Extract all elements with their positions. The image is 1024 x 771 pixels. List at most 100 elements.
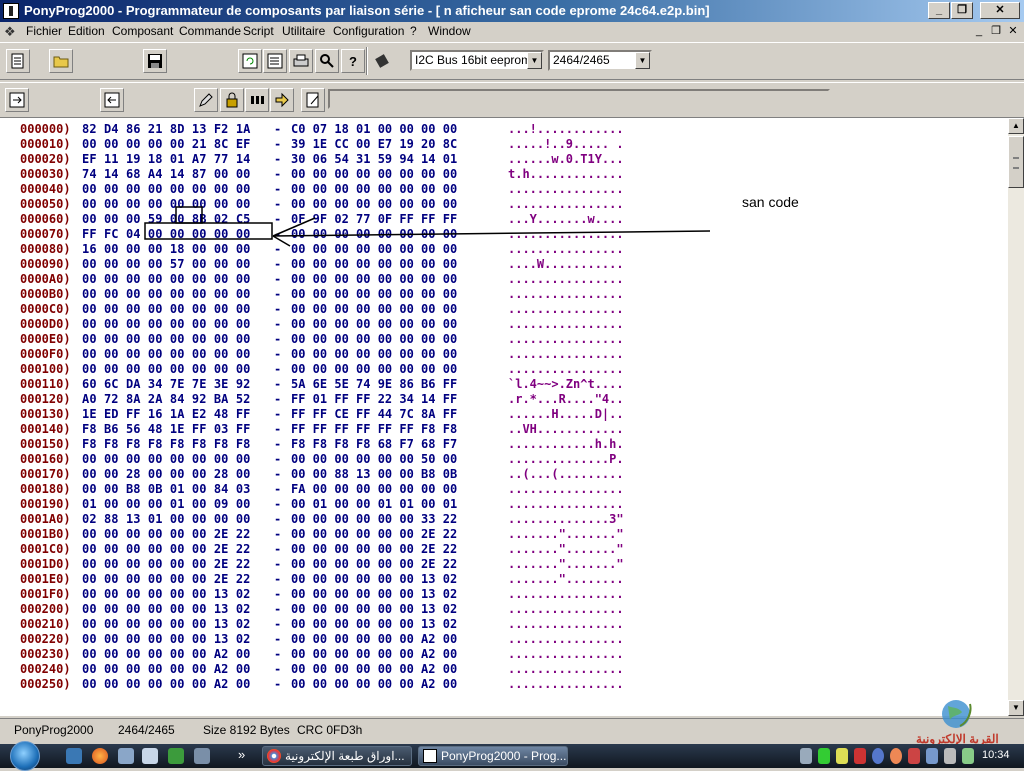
explorer-icon[interactable] bbox=[142, 748, 158, 764]
hex-row-address[interactable]: 000090) bbox=[20, 257, 71, 271]
hex-row-ascii[interactable]: ......."......." bbox=[508, 542, 624, 556]
hex-row-address[interactable]: 0001F0) bbox=[20, 587, 71, 601]
scroll-thumb[interactable] bbox=[1008, 136, 1024, 188]
hex-row-address[interactable]: 0001E0) bbox=[20, 572, 71, 586]
menu-commande[interactable]: Commande bbox=[179, 24, 241, 38]
tray-icon-3[interactable] bbox=[836, 748, 848, 764]
hex-row-bytes-low[interactable]: 00 00 28 00 00 00 28 00 bbox=[82, 467, 250, 481]
firefox-icon[interactable] bbox=[92, 748, 108, 764]
hex-row-address[interactable]: 0001B0) bbox=[20, 527, 71, 541]
hex-row-address[interactable]: 000190) bbox=[20, 497, 71, 511]
hex-row-bytes-high[interactable]: 00 00 00 00 00 00 2E 22 bbox=[291, 557, 457, 571]
hex-row-bytes-high[interactable]: F8 F8 F8 F8 68 F7 68 F7 bbox=[291, 437, 457, 451]
settings-icon[interactable] bbox=[194, 748, 210, 764]
hex-row-bytes-low[interactable]: 00 00 00 00 00 00 00 00 bbox=[82, 452, 250, 466]
tray-icon-4[interactable] bbox=[854, 748, 866, 764]
hex-row-ascii[interactable]: ................ bbox=[508, 272, 624, 286]
hex-row-ascii[interactable]: ................ bbox=[508, 347, 624, 361]
hex-row-bytes-high[interactable]: 00 00 00 00 00 00 00 00 bbox=[291, 332, 457, 346]
hex-row-address[interactable]: 0001A0) bbox=[20, 512, 71, 526]
chevron-down-icon[interactable]: ▼ bbox=[635, 52, 650, 69]
hex-row-bytes-low[interactable]: A0 72 8A 2A 84 92 BA 52 bbox=[82, 392, 250, 406]
edit-button[interactable] bbox=[194, 88, 218, 112]
hex-row-address[interactable]: 000230) bbox=[20, 647, 71, 661]
taskbar-ponyprog-window[interactable]: PonyProg2000 - Prog... bbox=[418, 746, 568, 766]
hex-row-bytes-high[interactable]: 00 00 00 00 00 00 00 00 bbox=[291, 302, 457, 316]
hex-row-address[interactable]: 000250) bbox=[20, 677, 71, 691]
hex-row-bytes-high[interactable]: FA 00 00 00 00 00 00 00 bbox=[291, 482, 457, 496]
hex-row-bytes-low[interactable]: 00 00 00 00 00 00 A2 00 bbox=[82, 647, 250, 661]
hex-row-bytes-high[interactable]: 00 00 00 00 00 00 00 00 bbox=[291, 347, 457, 361]
hex-row-address[interactable]: 0000A0) bbox=[20, 272, 71, 286]
hex-row-bytes-high[interactable]: 00 00 00 00 00 00 00 00 bbox=[291, 362, 457, 376]
hex-row-ascii[interactable]: ................ bbox=[508, 602, 624, 616]
hex-row-bytes-high[interactable]: 00 00 00 00 00 00 00 00 bbox=[291, 317, 457, 331]
hex-row-ascii[interactable]: ......."........ bbox=[508, 572, 624, 586]
hex-row-address[interactable]: 000110) bbox=[20, 377, 71, 391]
menu-fichier[interactable]: Fichier bbox=[26, 24, 62, 38]
write-all-button[interactable] bbox=[100, 88, 124, 112]
hex-row-bytes-low[interactable]: 00 00 00 00 00 00 A2 00 bbox=[82, 677, 250, 691]
hex-row-bytes-high[interactable]: 00 00 00 00 00 00 2E 22 bbox=[291, 527, 457, 541]
open-folder-button[interactable] bbox=[49, 49, 73, 73]
hex-row-bytes-high[interactable]: 00 01 00 00 01 01 00 01 bbox=[291, 497, 457, 511]
scroll-up-button[interactable]: ▲ bbox=[1008, 118, 1024, 134]
tray-icon-7[interactable] bbox=[908, 748, 920, 764]
hex-row-bytes-high[interactable]: FF 01 FF FF 22 34 14 FF bbox=[291, 392, 457, 406]
hex-row-ascii[interactable]: ............h.h. bbox=[508, 437, 624, 451]
hex-row-bytes-low[interactable]: 01 00 00 00 01 00 09 00 bbox=[82, 497, 250, 511]
hex-row-ascii[interactable]: ................ bbox=[508, 497, 624, 511]
grid-button[interactable] bbox=[245, 88, 269, 112]
menu-utilitaire[interactable]: Utilitaire bbox=[282, 24, 325, 38]
hex-row-ascii[interactable]: ................ bbox=[508, 647, 624, 661]
minimize-button[interactable]: _ bbox=[928, 2, 950, 19]
hex-row-address[interactable]: 000170) bbox=[20, 467, 71, 481]
hex-row-bytes-high[interactable]: 00 00 00 00 00 00 13 02 bbox=[291, 572, 457, 586]
hex-row-address[interactable]: 000200) bbox=[20, 602, 71, 616]
hex-row-bytes-high[interactable]: 5A 6E 5E 74 9E 86 B6 FF bbox=[291, 377, 457, 391]
print-button[interactable] bbox=[289, 49, 313, 73]
hex-row-address[interactable]: 000130) bbox=[20, 407, 71, 421]
hex-row-ascii[interactable]: ......."......." bbox=[508, 527, 624, 541]
read-button[interactable] bbox=[5, 88, 29, 112]
hex-row-bytes-high[interactable]: 00 00 00 00 00 00 00 00 bbox=[291, 257, 457, 271]
hex-row-bytes-low[interactable]: 00 00 00 00 00 00 00 00 bbox=[82, 272, 250, 286]
hex-row-bytes-low[interactable]: 00 00 00 00 00 00 2E 22 bbox=[82, 527, 250, 541]
hex-row-bytes-low[interactable]: 02 88 13 01 00 00 00 00 bbox=[82, 512, 250, 526]
hex-row-ascii[interactable]: ..(...(......... bbox=[508, 467, 624, 481]
hex-row-bytes-high[interactable]: FF FF CE FF 44 7C 8A FF bbox=[291, 407, 457, 421]
hex-row-ascii[interactable]: ..VH............ bbox=[508, 422, 624, 436]
hex-row-bytes-low[interactable]: 00 00 00 00 00 00 2E 22 bbox=[82, 557, 250, 571]
hex-row-bytes-low[interactable]: 00 00 00 00 00 00 A2 00 bbox=[82, 662, 250, 676]
hex-row-bytes-high[interactable]: FF FF FF FF FF FF F8 F8 bbox=[291, 422, 457, 436]
hex-row-address[interactable]: 0000D0) bbox=[20, 317, 71, 331]
hex-row-bytes-high[interactable]: 00 00 00 00 00 00 00 00 bbox=[291, 287, 457, 301]
hex-row-ascii[interactable]: ................ bbox=[508, 302, 624, 316]
hex-row-ascii[interactable]: ....W........... bbox=[508, 257, 624, 271]
app-icon[interactable] bbox=[3, 3, 19, 19]
app-shortcut-icon[interactable] bbox=[168, 748, 184, 764]
hex-row-bytes-high[interactable]: 00 00 00 00 00 00 A2 00 bbox=[291, 647, 457, 661]
hex-row-bytes-low[interactable]: 00 00 00 00 00 00 13 02 bbox=[82, 602, 250, 616]
hex-row-bytes-low[interactable]: 00 00 00 00 00 00 00 00 bbox=[82, 332, 250, 346]
menu-configuration[interactable]: Configuration bbox=[333, 24, 404, 38]
hex-row-address[interactable]: 0000F0) bbox=[20, 347, 71, 361]
hex-row-address[interactable]: 000120) bbox=[20, 392, 71, 406]
volume-icon[interactable] bbox=[944, 748, 956, 764]
help-button[interactable]: ? bbox=[341, 49, 365, 73]
hex-row-bytes-low[interactable]: 00 00 00 00 00 00 00 00 bbox=[82, 287, 250, 301]
menu-edition[interactable]: Edition bbox=[68, 24, 105, 38]
tray-icon-1[interactable] bbox=[800, 748, 812, 764]
hex-row-bytes-low[interactable]: 00 00 00 00 00 00 00 00 bbox=[82, 347, 250, 361]
reload-button[interactable] bbox=[238, 49, 262, 73]
chevron-down-icon[interactable]: ▼ bbox=[527, 52, 542, 69]
hex-row-address[interactable]: 000100) bbox=[20, 362, 71, 376]
command-field[interactable] bbox=[328, 89, 830, 109]
hex-row-ascii[interactable]: ..............P. bbox=[508, 452, 624, 466]
hex-row-ascii[interactable]: ................ bbox=[508, 317, 624, 331]
hex-row-ascii[interactable]: `l.4~~>.Zn^t.... bbox=[508, 377, 624, 391]
hex-row-bytes-high[interactable]: 00 00 00 00 00 00 A2 00 bbox=[291, 632, 457, 646]
hex-row-address[interactable]: 0001D0) bbox=[20, 557, 71, 571]
hex-row-address[interactable]: 000210) bbox=[20, 617, 71, 631]
hex-row-ascii[interactable]: ......."......." bbox=[508, 557, 624, 571]
